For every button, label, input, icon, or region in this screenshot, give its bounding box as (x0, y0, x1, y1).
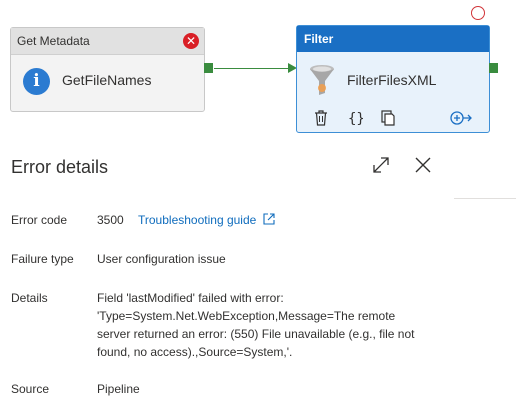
details-line: Field 'lastModified' failed with error: (97, 291, 284, 305)
error-code-value: 3500 (97, 213, 124, 227)
external-link-icon (263, 213, 275, 225)
troubleshooting-guide-link[interactable]: Troubleshooting guide (138, 213, 275, 227)
get-metadata-type-label: Get Metadata (17, 34, 90, 48)
details-line: 'Type=System.Net.WebException,Message=Th… (97, 309, 396, 323)
copy-icon[interactable] (381, 110, 396, 126)
info-icon: i (23, 68, 50, 95)
details-label: Details (11, 291, 48, 305)
code-braces-icon[interactable]: {} (347, 110, 363, 126)
details-value: Field 'lastModified' failed with error: … (97, 289, 447, 361)
filter-success-port[interactable] (489, 63, 498, 73)
failure-type-label: Failure type (11, 252, 74, 266)
details-line: server returned an error: (550) File una… (97, 327, 415, 341)
delete-icon[interactable] (314, 110, 328, 126)
get-metadata-activity[interactable]: Get Metadata ✕ i GetFileNames (10, 27, 205, 112)
svg-text:{}: {} (348, 111, 363, 126)
error-code-label: Error code (11, 213, 68, 227)
filter-activity[interactable]: Filter FilterFilesXML {} (296, 25, 490, 133)
success-connector-line (214, 68, 290, 69)
source-label: Source (11, 382, 50, 396)
details-line: found, no access).,Source=System,'. (97, 345, 293, 359)
add-output-icon[interactable] (450, 110, 472, 126)
filter-header: Filter (297, 26, 489, 52)
status-ring-icon (471, 6, 485, 20)
error-x-icon[interactable]: ✕ (183, 33, 199, 49)
source-value: Pipeline (97, 382, 140, 396)
get-metadata-success-port[interactable] (204, 63, 213, 73)
troubleshooting-guide-label: Troubleshooting guide (138, 213, 257, 227)
panel-title: Error details (11, 157, 109, 177)
filter-activity-name: FilterFilesXML (347, 72, 437, 88)
close-icon[interactable] (413, 155, 433, 175)
filter-type-label: Filter (304, 32, 334, 46)
header-divider (454, 198, 516, 199)
get-metadata-header: Get Metadata ✕ (11, 28, 204, 55)
get-metadata-activity-name: GetFileNames (62, 72, 152, 88)
failure-type-value: User configuration issue (97, 252, 226, 266)
expand-icon[interactable] (371, 155, 391, 175)
funnel-icon (310, 65, 334, 95)
